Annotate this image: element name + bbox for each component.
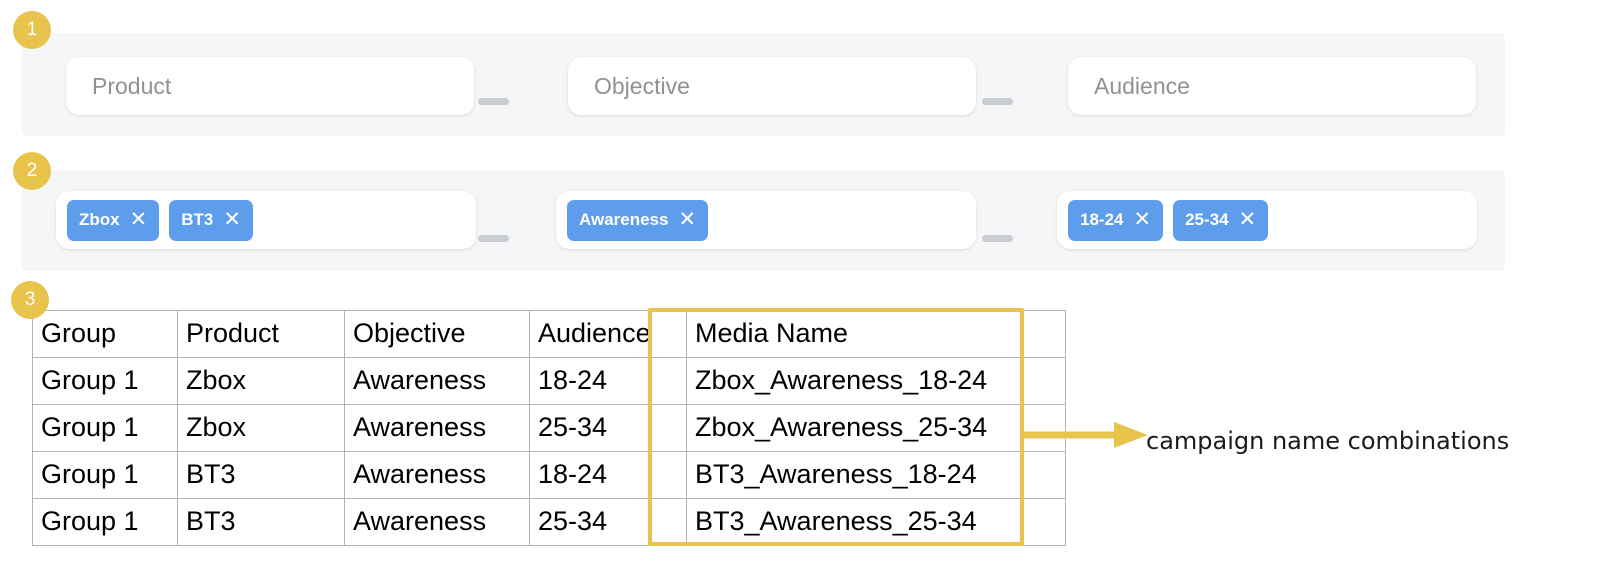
table-header-product: Product [177,310,345,358]
close-icon[interactable]: ✕ [678,209,696,230]
separator-dash-icon [982,235,1013,242]
separator-dash-icon [478,98,509,105]
audience-field[interactable]: Audience [1068,57,1476,115]
cell-media-name: BT3_Awareness_25-34 [686,498,1066,546]
cell-media-name: BT3_Awareness_18-24 [686,451,1066,499]
table-header-audience: Audience [529,310,687,358]
cell-audience: 18-24 [529,357,687,405]
objective-field[interactable]: Objective [568,57,976,115]
chip-18-24[interactable]: 18-24 ✕ [1068,199,1164,241]
combinations-table: Group Product Objective Audience Media N… [32,310,1066,546]
cell-media-name: Zbox_Awareness_25-34 [686,404,1066,452]
separator-dash-icon [478,235,509,242]
chip-bt3[interactable]: BT3 ✕ [169,199,253,241]
chip-bt3-label: BT3 [181,210,214,229]
table-header-row: Group Product Objective Audience Media N… [32,310,1066,358]
step-badge-1-number: 1 [26,19,38,40]
audience-field-placeholder: Audience [1094,72,1190,99]
product-field-placeholder: Product [92,72,172,99]
cell-group: Group 1 [32,451,178,499]
product-field[interactable]: Product [66,57,474,115]
cell-audience: 18-24 [529,451,687,499]
step-badge-3: 3 [11,281,49,319]
step-badge-2: 2 [13,152,51,190]
close-icon[interactable]: ✕ [223,209,241,230]
table-header-media-name: Media Name [686,310,1066,358]
cell-group: Group 1 [32,498,178,546]
cell-group: Group 1 [32,357,178,405]
cell-objective: Awareness [344,498,530,546]
table-header-objective: Objective [344,310,530,358]
chip-zbox[interactable]: Zbox ✕ [67,199,160,241]
audience-chip-group[interactable]: 18-24 ✕ 25-34 ✕ [1057,191,1477,249]
table-row: Group 1 Zbox Awareness 18-24 Zbox_Awaren… [32,357,1066,405]
chip-25-34-label: 25-34 [1185,210,1229,229]
cell-objective: Awareness [344,357,530,405]
cell-product: BT3 [177,498,345,546]
close-icon[interactable]: ✕ [1239,209,1257,230]
name-builder-empty-panel: Product Objective Audience [22,33,1505,136]
cell-media-name: Zbox_Awareness_18-24 [686,357,1066,405]
name-builder-filled-panel: Zbox ✕ BT3 ✕ Awareness ✕ 18-24 ✕ 25-34 ✕ [22,170,1505,271]
step-badge-3-number: 3 [24,289,36,310]
product-chip-group[interactable]: Zbox ✕ BT3 ✕ [56,191,476,249]
cell-product: Zbox [177,404,345,452]
objective-chip-group[interactable]: Awareness ✕ [556,191,976,249]
cell-group: Group 1 [32,404,178,452]
close-icon[interactable]: ✕ [130,209,148,230]
chip-awareness[interactable]: Awareness ✕ [567,199,709,241]
table-header-group: Group [32,310,178,358]
cell-objective: Awareness [344,404,530,452]
step-badge-2-number: 2 [26,160,38,181]
cell-audience: 25-34 [529,404,687,452]
table-row: Group 1 BT3 Awareness 18-24 BT3_Awarenes… [32,451,1066,499]
separator-dash-icon [982,98,1013,105]
close-icon[interactable]: ✕ [1133,209,1151,230]
table-row: Group 1 Zbox Awareness 25-34 Zbox_Awaren… [32,404,1066,452]
chip-awareness-label: Awareness [579,210,669,229]
cell-audience: 25-34 [529,498,687,546]
objective-field-placeholder: Objective [594,72,690,99]
cell-objective: Awareness [344,451,530,499]
annotation-arrow-icon [1020,422,1148,448]
annotation-label: campaign name combinations [1146,427,1510,455]
chip-25-34[interactable]: 25-34 ✕ [1173,199,1269,241]
step-badge-1: 1 [13,11,51,49]
chip-18-24-label: 18-24 [1080,210,1124,229]
table-row: Group 1 BT3 Awareness 25-34 BT3_Awarenes… [32,498,1066,546]
cell-product: Zbox [177,357,345,405]
chip-zbox-label: Zbox [79,210,120,229]
cell-product: BT3 [177,451,345,499]
